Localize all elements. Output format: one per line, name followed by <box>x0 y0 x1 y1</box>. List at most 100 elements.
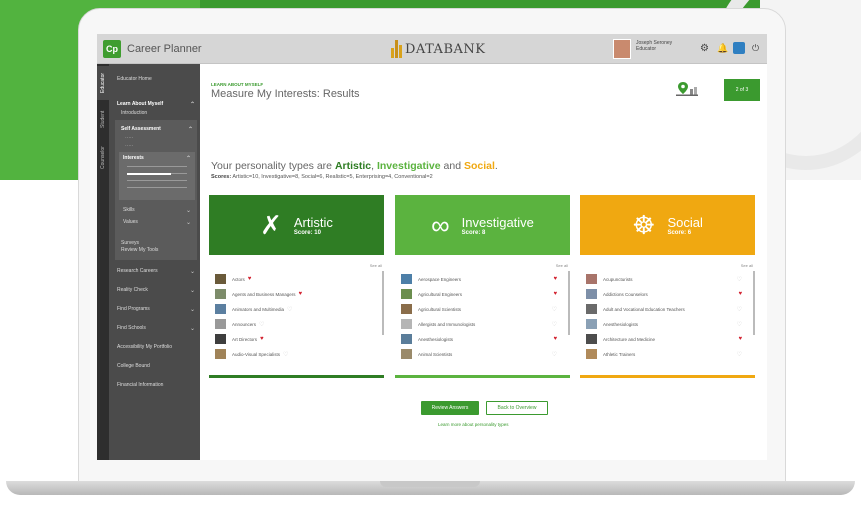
databank-icon <box>391 40 402 58</box>
heart-icon[interactable]: ♥ <box>248 276 252 282</box>
heart-outline-icon[interactable]: ♡ <box>287 306 292 313</box>
review-answers-button[interactable]: Review Answers <box>421 401 479 415</box>
sidebar-item-surveys[interactable]: Surveys <box>121 240 139 246</box>
brush-pencil-icon: ✗ <box>260 210 282 240</box>
career-label: Architecture and Medicine <box>603 336 656 342</box>
heart-outline-icon[interactable]: ♡ <box>552 321 557 328</box>
career-thumbnail <box>586 349 597 359</box>
list-item[interactable]: Agricultural Scientists ♡ <box>401 303 561 315</box>
back-to-overview-button[interactable]: Back to Overview <box>486 401 548 415</box>
career-label: Anesthesiologists <box>603 321 639 327</box>
list-item[interactable]: Anesthesiologists ♥ <box>401 333 561 345</box>
list-item[interactable]: Addictions Counselors ♥ <box>586 288 746 300</box>
sidebar-item-learn-about-myself[interactable]: Learn About Myself ⌃ <box>117 101 195 108</box>
see-all-link[interactable]: See all <box>556 263 568 268</box>
heart-outline-icon[interactable]: ♡ <box>283 351 288 358</box>
heart-outline-icon[interactable]: ♡ <box>737 351 742 358</box>
career-thumbnail <box>586 274 597 284</box>
tab-educator[interactable]: Educator <box>97 66 109 100</box>
sidebar-item-interests[interactable]: Interests ⌃ <box>123 155 191 162</box>
sidebar-item-skills[interactable]: Skills ⌄ <box>123 207 191 214</box>
list-item[interactable]: Announcers ♡ <box>215 318 375 330</box>
list-item[interactable]: Agricultural Engineers ♥ <box>401 288 561 300</box>
list-item[interactable]: Aerospace Engineers ♥ <box>401 273 561 285</box>
scrollbar[interactable] <box>568 271 570 335</box>
sidebar-item-reality-check[interactable]: Reality Check ⌄ <box>117 287 195 294</box>
career-label: Addictions Counselors <box>603 291 648 297</box>
list-item[interactable]: Actors ♥ <box>215 273 375 285</box>
headline-type-social: Social <box>463 160 495 172</box>
sidebar-subitem-results[interactable]: ····· <box>125 143 133 149</box>
sidebar-interests-progress <box>127 165 187 193</box>
avatar[interactable] <box>613 39 631 59</box>
learn-more-link[interactable]: Learn more about personality types <box>438 422 509 427</box>
bell-icon[interactable]: 🔔 <box>717 43 728 54</box>
list-item[interactable]: Adult and Vocational Education Teachers ♡ <box>586 303 746 315</box>
career-list-social: See all Acupuncturists ♡ Addictions Couns… <box>580 263 755 379</box>
sidebar-item-find-schools[interactable]: Find Schools ⌄ <box>117 325 195 332</box>
scrollbar[interactable] <box>753 271 755 335</box>
user-info[interactable]: Joseph Seroney Educator <box>636 40 680 52</box>
sidebar-item-educator-home[interactable]: Educator Home <box>117 76 195 82</box>
gear-icon[interactable]: ⚙ <box>700 43 709 54</box>
heart-outline-icon[interactable]: ♡ <box>259 321 264 328</box>
heart-outline-icon[interactable]: ♡ <box>737 306 742 313</box>
heart-outline-icon[interactable]: ♡ <box>552 306 557 313</box>
card-title: Artistic <box>293 214 333 230</box>
list-item[interactable]: Animators and Multimedia ♡ <box>215 303 375 315</box>
sidebar-item-label: Reality Check <box>117 287 148 293</box>
scrollbar[interactable] <box>382 271 384 335</box>
list-item[interactable]: Animal Scientists ♡ <box>401 348 561 360</box>
chevron-down-icon: ⌄ <box>189 307 195 313</box>
list-item[interactable]: Athletic Trainers ♡ <box>586 348 746 360</box>
sidebar-item-find-programs[interactable]: Find Programs ⌄ <box>117 306 195 313</box>
sidebar-item-financial-information[interactable]: Financial Information <box>117 382 195 388</box>
list-item[interactable]: Audio-Visual Specialists ♡ <box>215 348 375 360</box>
card-social[interactable]: ☸ Social Score: 6 <box>580 195 755 255</box>
list-item[interactable]: Art Directors ♥ <box>215 333 375 345</box>
list-item[interactable]: Anesthesiologists ♡ <box>586 318 746 330</box>
list-item[interactable]: Acupuncturists ♡ <box>586 273 746 285</box>
calendar-icon[interactable] <box>733 42 745 54</box>
heart-outline-icon[interactable]: ♡ <box>552 351 557 358</box>
sidebar-item-self-assessment[interactable]: Self Assessment ⌃ <box>121 126 193 133</box>
app-title[interactable]: Career Planner <box>127 43 202 55</box>
heart-icon[interactable]: ♥ <box>553 336 557 342</box>
sidebar-item-values[interactable]: Values ⌄ <box>123 219 191 226</box>
heart-icon[interactable]: ♥ <box>299 291 303 297</box>
heart-icon[interactable]: ♥ <box>260 336 264 342</box>
heart-outline-icon[interactable]: ♡ <box>737 321 742 328</box>
list-item[interactable]: Allergists and Immunologists ♡ <box>401 318 561 330</box>
card-footer-artistic <box>209 375 384 378</box>
heart-icon[interactable]: ♥ <box>738 336 742 342</box>
heart-icon[interactable]: ♥ <box>553 276 557 282</box>
list-item[interactable]: Architecture and Medicine ♥ <box>586 333 746 345</box>
career-thumbnail <box>401 289 412 299</box>
sidebar-item-research-careers[interactable]: Research Careers ⌄ <box>117 268 195 275</box>
see-all-link[interactable]: See all <box>741 263 753 268</box>
sidebar-item-label: College Bound <box>117 363 150 369</box>
sidebar-subitem-overview[interactable]: ····· <box>125 135 133 141</box>
sidebar-item-my-portfolio[interactable]: Accessibility My Portfolio <box>117 344 195 350</box>
page-title: Measure My Interests: Results <box>211 88 360 100</box>
tab-student[interactable]: Student <box>97 102 109 136</box>
heart-icon[interactable]: ♥ <box>738 291 742 297</box>
heart-icon[interactable]: ♥ <box>553 291 557 297</box>
tab-counselor[interactable]: Counselor <box>97 138 109 178</box>
card-artistic[interactable]: ✗ Artistic Score: 10 <box>209 195 384 255</box>
app-logo[interactable]: Cp <box>103 40 121 58</box>
heart-outline-icon[interactable]: ♡ <box>737 276 742 283</box>
sidebar-item-review-my-tools[interactable]: Review My Tools <box>121 247 158 253</box>
career-thumbnail <box>401 349 412 359</box>
chevron-down-icon: ⌄ <box>185 220 191 226</box>
list-item[interactable]: Agents and Business Managers ♥ <box>215 288 375 300</box>
chevron-down-icon: ⌄ <box>185 208 191 214</box>
see-all-link[interactable]: See all <box>370 263 382 268</box>
breadcrumb[interactable]: LEARN ABOUT MYSELF <box>211 82 263 87</box>
card-investigative[interactable]: ∞ Investigative Score: 8 <box>395 195 570 255</box>
career-thumbnail <box>586 319 597 329</box>
power-icon[interactable]: ⏻ <box>752 43 759 54</box>
sidebar-item-introduction[interactable]: Introduction <box>121 110 147 116</box>
sidebar-item-college-bound[interactable]: College Bound <box>117 363 195 369</box>
headline-separator: and <box>440 160 464 172</box>
